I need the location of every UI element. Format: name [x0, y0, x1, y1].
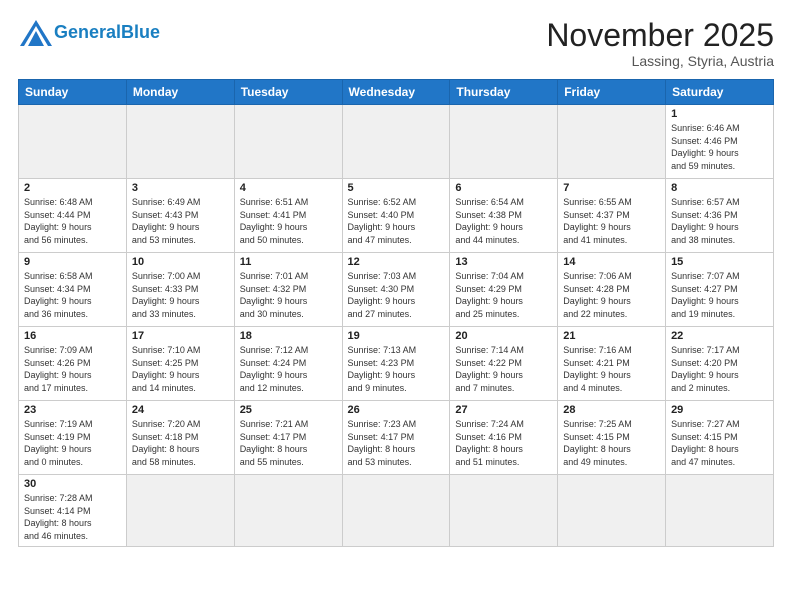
- day-14: 14 Sunrise: 7:06 AMSunset: 4:28 PMDaylig…: [558, 253, 666, 327]
- calendar-row-6: 30 Sunrise: 7:28 AMSunset: 4:14 PMDaylig…: [19, 475, 774, 546]
- empty-cell: [234, 105, 342, 179]
- calendar: Sunday Monday Tuesday Wednesday Thursday…: [18, 79, 774, 546]
- logo-text: GeneralBlue: [54, 23, 160, 41]
- day-11: 11 Sunrise: 7:01 AMSunset: 4:32 PMDaylig…: [234, 253, 342, 327]
- day-7: 7 Sunrise: 6:55 AMSunset: 4:37 PMDayligh…: [558, 179, 666, 253]
- empty-cell: [450, 105, 558, 179]
- header-wednesday: Wednesday: [342, 80, 450, 105]
- header-sunday: Sunday: [19, 80, 127, 105]
- day-15: 15 Sunrise: 7:07 AMSunset: 4:27 PMDaylig…: [666, 253, 774, 327]
- day-8: 8 Sunrise: 6:57 AMSunset: 4:36 PMDayligh…: [666, 179, 774, 253]
- month-title: November 2025: [546, 18, 774, 53]
- logo-icon: [18, 18, 50, 46]
- day-23: 23 Sunrise: 7:19 AMSunset: 4:19 PMDaylig…: [19, 401, 127, 475]
- calendar-row-5: 23 Sunrise: 7:19 AMSunset: 4:19 PMDaylig…: [19, 401, 774, 475]
- logo-blue: Blue: [121, 22, 160, 42]
- day-26: 26 Sunrise: 7:23 AMSunset: 4:17 PMDaylig…: [342, 401, 450, 475]
- day-13: 13 Sunrise: 7:04 AMSunset: 4:29 PMDaylig…: [450, 253, 558, 327]
- day-1: 1 Sunrise: 6:46 AM Sunset: 4:46 PM Dayli…: [666, 105, 774, 179]
- day-4: 4 Sunrise: 6:51 AMSunset: 4:41 PMDayligh…: [234, 179, 342, 253]
- logo: GeneralBlue: [18, 18, 160, 46]
- header-saturday: Saturday: [666, 80, 774, 105]
- empty-cell: [558, 105, 666, 179]
- day-24: 24 Sunrise: 7:20 AMSunset: 4:18 PMDaylig…: [126, 401, 234, 475]
- title-block: November 2025 Lassing, Styria, Austria: [546, 18, 774, 69]
- day-5: 5 Sunrise: 6:52 AMSunset: 4:40 PMDayligh…: [342, 179, 450, 253]
- empty-cell: [126, 475, 234, 546]
- calendar-row-3: 9 Sunrise: 6:58 AMSunset: 4:34 PMDayligh…: [19, 253, 774, 327]
- header-thursday: Thursday: [450, 80, 558, 105]
- day-25: 25 Sunrise: 7:21 AMSunset: 4:17 PMDaylig…: [234, 401, 342, 475]
- day-2: 2 Sunrise: 6:48 AMSunset: 4:44 PMDayligh…: [19, 179, 127, 253]
- header-friday: Friday: [558, 80, 666, 105]
- day-30: 30 Sunrise: 7:28 AMSunset: 4:14 PMDaylig…: [19, 475, 127, 546]
- day-21: 21 Sunrise: 7:16 AMSunset: 4:21 PMDaylig…: [558, 327, 666, 401]
- logo-general: General: [54, 22, 121, 42]
- day-9: 9 Sunrise: 6:58 AMSunset: 4:34 PMDayligh…: [19, 253, 127, 327]
- day-17: 17 Sunrise: 7:10 AMSunset: 4:25 PMDaylig…: [126, 327, 234, 401]
- location: Lassing, Styria, Austria: [546, 53, 774, 69]
- day-27: 27 Sunrise: 7:24 AMSunset: 4:16 PMDaylig…: [450, 401, 558, 475]
- header-tuesday: Tuesday: [234, 80, 342, 105]
- empty-cell: [126, 105, 234, 179]
- empty-cell: [450, 475, 558, 546]
- empty-cell: [19, 105, 127, 179]
- day-19: 19 Sunrise: 7:13 AMSunset: 4:23 PMDaylig…: [342, 327, 450, 401]
- empty-cell: [342, 475, 450, 546]
- day-6: 6 Sunrise: 6:54 AMSunset: 4:38 PMDayligh…: [450, 179, 558, 253]
- calendar-row-2: 2 Sunrise: 6:48 AMSunset: 4:44 PMDayligh…: [19, 179, 774, 253]
- day-12: 12 Sunrise: 7:03 AMSunset: 4:30 PMDaylig…: [342, 253, 450, 327]
- day-3: 3 Sunrise: 6:49 AMSunset: 4:43 PMDayligh…: [126, 179, 234, 253]
- day-28: 28 Sunrise: 7:25 AMSunset: 4:15 PMDaylig…: [558, 401, 666, 475]
- empty-cell: [234, 475, 342, 546]
- calendar-row-4: 16 Sunrise: 7:09 AMSunset: 4:26 PMDaylig…: [19, 327, 774, 401]
- empty-cell: [342, 105, 450, 179]
- empty-cell: [558, 475, 666, 546]
- calendar-row-1: 1 Sunrise: 6:46 AM Sunset: 4:46 PM Dayli…: [19, 105, 774, 179]
- day-29: 29 Sunrise: 7:27 AMSunset: 4:15 PMDaylig…: [666, 401, 774, 475]
- day-18: 18 Sunrise: 7:12 AMSunset: 4:24 PMDaylig…: [234, 327, 342, 401]
- empty-cell: [666, 475, 774, 546]
- day-16: 16 Sunrise: 7:09 AMSunset: 4:26 PMDaylig…: [19, 327, 127, 401]
- header: GeneralBlue November 2025 Lassing, Styri…: [18, 18, 774, 69]
- weekday-header-row: Sunday Monday Tuesday Wednesday Thursday…: [19, 80, 774, 105]
- day-20: 20 Sunrise: 7:14 AMSunset: 4:22 PMDaylig…: [450, 327, 558, 401]
- header-monday: Monday: [126, 80, 234, 105]
- day-10: 10 Sunrise: 7:00 AMSunset: 4:33 PMDaylig…: [126, 253, 234, 327]
- page: GeneralBlue November 2025 Lassing, Styri…: [0, 0, 792, 612]
- day-22: 22 Sunrise: 7:17 AMSunset: 4:20 PMDaylig…: [666, 327, 774, 401]
